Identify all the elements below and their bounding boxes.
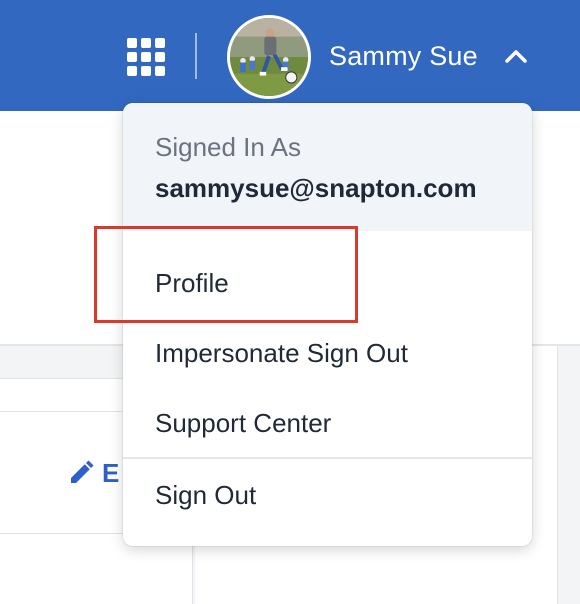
- menu-item-support-center[interactable]: Support Center: [155, 408, 331, 439]
- signed-in-section: Signed In As sammysue@snapton.com: [123, 103, 532, 231]
- top-navigation-bar: Sammy Sue: [0, 0, 580, 111]
- page: E Sammy Sue Signed In As sammysue@snapto…: [0, 0, 580, 604]
- user-menu-dropdown: Signed In As sammysue@snapton.com Profil…: [123, 103, 532, 546]
- pencil-icon: [71, 460, 94, 483]
- signed-in-label: Signed In As: [155, 132, 301, 162]
- menu-divider: [123, 457, 532, 459]
- apps-grid-icon[interactable]: [126, 37, 166, 77]
- menu-item-sign-out[interactable]: Sign Out: [155, 480, 256, 511]
- user-name[interactable]: Sammy Sue: [329, 38, 478, 74]
- signed-in-email: sammysue@snapton.com: [155, 173, 477, 203]
- chevron-up-icon[interactable]: [503, 44, 529, 68]
- header-divider: [195, 33, 197, 79]
- edit-link[interactable]: E: [66, 456, 119, 490]
- menu-item-impersonate-sign-out[interactable]: Impersonate Sign Out: [155, 338, 408, 369]
- edit-label: E: [102, 457, 120, 488]
- highlight-annotation: [94, 226, 358, 323]
- avatar[interactable]: [227, 15, 311, 99]
- avatar-photo: [230, 18, 308, 96]
